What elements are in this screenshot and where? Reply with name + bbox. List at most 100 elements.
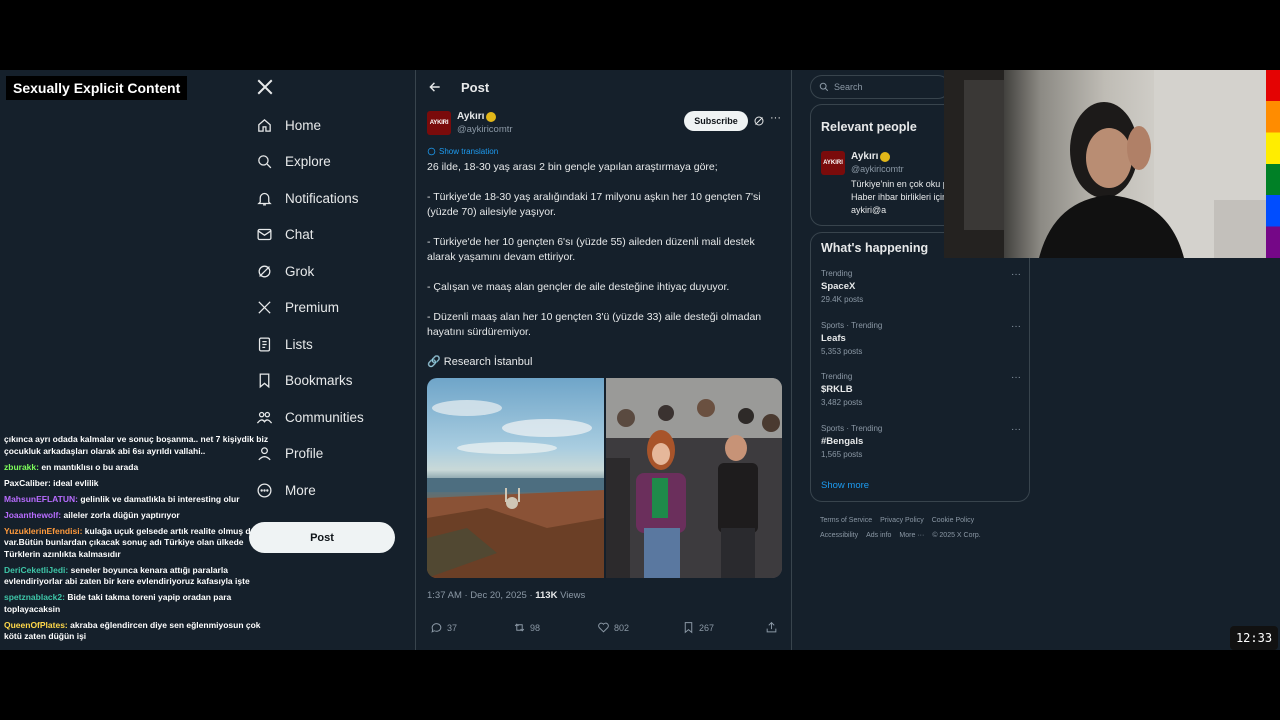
nav-item-home[interactable]: Home: [256, 111, 321, 139]
grok-icon[interactable]: [753, 115, 765, 127]
relevant-person-avatar[interactable]: AYKIRI: [821, 151, 845, 175]
post-image-street-crowd[interactable]: [606, 378, 782, 578]
post-button[interactable]: Post: [249, 522, 395, 553]
list-icon: [258, 336, 271, 352]
repost-count: 98: [530, 622, 541, 633]
nav-item-explore[interactable]: Explore: [256, 147, 331, 175]
nav-item-label: Home: [285, 117, 322, 133]
nav-item-more[interactable]: More: [256, 476, 316, 504]
nav-item-label: Premium: [285, 299, 340, 315]
trend-count: 5,353 posts: [821, 347, 863, 356]
chat-username[interactable]: PaxCaliber:: [4, 478, 51, 488]
views-label: Views: [557, 590, 586, 601]
nav-item-bookmarks[interactable]: Bookmarks: [256, 366, 353, 394]
repost-button[interactable]: 98: [513, 621, 540, 634]
chat-username[interactable]: zburakk:: [4, 462, 39, 472]
trend-more-icon[interactable]: ···: [1011, 372, 1021, 383]
trend-name: SpaceX: [821, 281, 856, 292]
relevant-person-name[interactable]: Aykırı: [851, 151, 878, 162]
post-text: 26 ilde, 18-30 yaş arası 2 bin gençle ya…: [427, 160, 782, 355]
trend-item[interactable]: Sports · Trending Leafs 5,353 posts ···: [821, 321, 1021, 356]
post-timestamp[interactable]: 1:37 AM · Dec 20, 2025 · 113K Views: [427, 590, 585, 601]
nav-item-label: Grok: [285, 263, 315, 279]
post-paragraph: - Düzenli maaş alan her 10 gençten 3'ü (…: [427, 311, 762, 338]
back-arrow-icon[interactable]: [428, 80, 442, 94]
bookmark-icon: [259, 372, 270, 388]
footer-link[interactable]: Ads info: [866, 532, 891, 539]
like-count: 802: [614, 622, 630, 633]
relevant-person-handle[interactable]: @aykiricomtr: [851, 164, 904, 174]
stream-chat-log: çıkınca ayrı odada kalmalar ve sonuç boş…: [4, 434, 280, 647]
chat-message: çıkınca ayrı odada kalmalar ve sonuç boş…: [4, 434, 280, 457]
footer-link[interactable]: More ···: [899, 532, 924, 539]
verified-badge-icon: [486, 112, 496, 122]
chat-text: en mantıklısı o bu arada: [41, 461, 139, 472]
grok-icon: [258, 265, 271, 277]
chat-text: ideal evlilik: [53, 477, 99, 488]
like-button[interactable]: 802: [597, 621, 629, 634]
content-warning-label: Sexually Explicit Content: [6, 76, 188, 100]
footer-link[interactable]: Privacy Policy: [880, 517, 924, 524]
trend-count: 1,565 posts: [821, 450, 863, 459]
trend-item[interactable]: Sports · Trending #Bengals 1,565 posts ···: [821, 424, 1021, 459]
reply-button[interactable]: 37: [430, 621, 457, 634]
nav-item-chat[interactable]: Chat: [256, 220, 314, 248]
trend-item[interactable]: Trending $RKLB 3,482 posts ···: [821, 372, 1021, 407]
footer-link[interactable]: Cookie Policy: [932, 517, 974, 524]
trend-count: 29.4K posts: [821, 295, 864, 304]
relevant-people-title: Relevant people: [821, 120, 917, 134]
trend-more-icon[interactable]: ···: [1011, 269, 1021, 280]
trend-more-icon[interactable]: ···: [1011, 321, 1021, 332]
chat-username[interactable]: MahsunEFLATUN:: [4, 494, 78, 504]
show-more-link[interactable]: Show more: [821, 480, 869, 491]
verified-badge-icon: [880, 152, 890, 162]
trend-name: Leafs: [821, 333, 846, 344]
translate-icon: [427, 147, 436, 156]
post-image-istanbul-aerial[interactable]: [427, 378, 604, 578]
chat-username[interactable]: Joaanthewolf:: [4, 510, 61, 520]
footer-link[interactable]: Accessibility: [820, 532, 858, 539]
nav-item-notifications[interactable]: Notifications: [256, 184, 359, 212]
author-handle[interactable]: @aykiricomtr: [457, 124, 513, 135]
author-avatar[interactable]: AYKIRI: [427, 111, 451, 135]
pride-flag-strip: [1266, 70, 1280, 258]
nav-item-grok[interactable]: Grok: [256, 257, 314, 285]
page-title: Post: [461, 80, 490, 95]
author-name[interactable]: Aykırı: [457, 111, 484, 122]
chat-username[interactable]: spetznablack2:: [4, 592, 65, 602]
nav-item-label: Notifications: [285, 190, 359, 206]
trend-more-icon[interactable]: ···: [1011, 424, 1021, 435]
bell-icon: [257, 192, 272, 206]
footer-link[interactable]: © 2025 X Corp.: [932, 532, 980, 539]
bookmark-icon: [684, 622, 693, 634]
share-button[interactable]: [765, 621, 782, 634]
subscribe-button[interactable]: Subscribe: [684, 111, 748, 131]
more-options-icon[interactable]: ···: [770, 112, 781, 124]
source-link[interactable]: 🔗 Research İstanbul: [427, 355, 532, 368]
chat-username[interactable]: QueenOfPlates:: [4, 620, 68, 630]
chat-text: gelinlik ve damatlıkla bi interesting ol…: [80, 493, 240, 504]
nav-item-label: Chat: [285, 226, 314, 242]
primary-nav: Home Explore Notifications Chat Grok Premium L…: [248, 70, 416, 650]
x-logo-icon[interactable]: [256, 78, 274, 96]
footer-link[interactable]: Terms of Service: [820, 517, 872, 524]
home-icon: [258, 118, 271, 132]
post-time: 1:37 AM · Dec 20, 2025 ·: [427, 590, 536, 601]
reply-count: 37: [447, 622, 458, 633]
chat-username[interactable]: YuzuklerinEfendisi:: [4, 526, 82, 536]
nav-item-lists[interactable]: Lists: [256, 330, 313, 358]
footer-links: Terms of Service Privacy Policy Cookie Pol…: [820, 513, 1020, 543]
nav-item-label: Communities: [285, 409, 364, 425]
people-icon: [256, 411, 273, 424]
search-input[interactable]: Search: [810, 75, 950, 99]
chat-username[interactable]: DeriCeketliJedi:: [4, 565, 68, 575]
show-translation-link[interactable]: Show translation: [427, 147, 498, 156]
chat-message: QueenOfPlates: akraba eğlendircen diye s…: [4, 620, 280, 643]
bookmark-button[interactable]: 267: [682, 621, 714, 634]
nav-item-communities[interactable]: Communities: [256, 403, 364, 431]
trend-category: Trending: [821, 372, 853, 381]
nav-item-profile[interactable]: Profile: [256, 439, 323, 467]
more-circle-icon: [257, 482, 272, 498]
nav-item-premium[interactable]: Premium: [256, 293, 339, 321]
trend-item[interactable]: Trending SpaceX 29.4K posts ···: [821, 269, 1021, 304]
